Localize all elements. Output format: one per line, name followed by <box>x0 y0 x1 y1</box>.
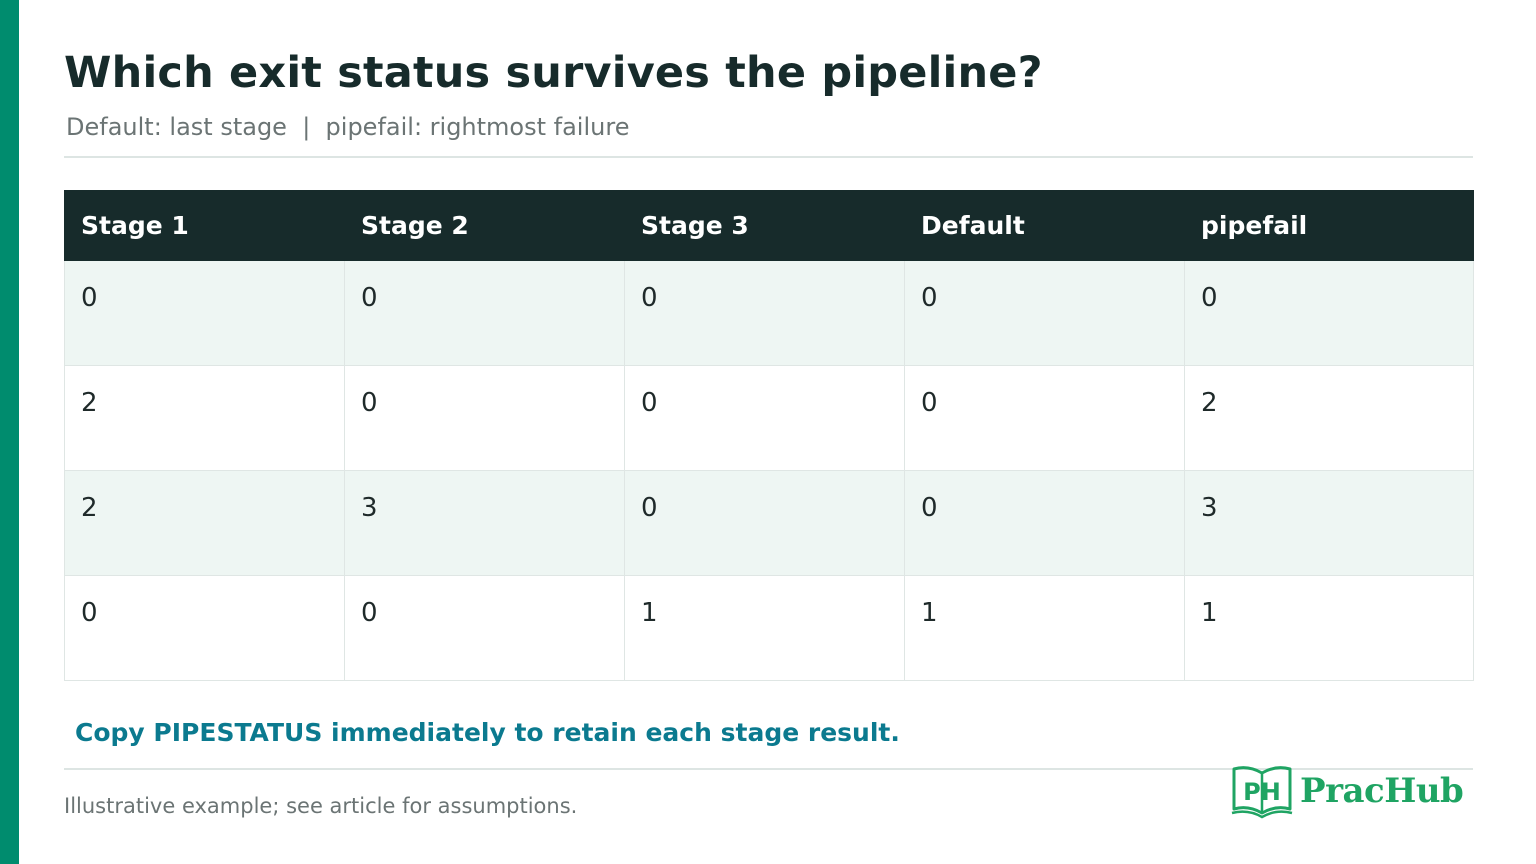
header-stage-2: Stage 2 <box>344 190 625 261</box>
header-stage-3: Stage 3 <box>624 190 905 261</box>
table-cell: 0 <box>64 575 345 681</box>
exit-status-table: Stage 1 Stage 2 Stage 3 Default pipefail… <box>64 190 1474 681</box>
table-cell: 0 <box>624 260 905 366</box>
header-pipefail: pipefail <box>1184 190 1474 261</box>
table-cell: 0 <box>344 260 625 366</box>
prachub-logo: PH PracHub <box>1230 762 1470 820</box>
table-row: 0 0 0 0 0 <box>64 260 1474 366</box>
table-row: 0 0 1 1 1 <box>64 575 1474 681</box>
callout-note: Copy PIPESTATUS immediately to retain ea… <box>75 718 900 747</box>
header-default: Default <box>904 190 1185 261</box>
table-cell: 0 <box>624 365 905 471</box>
table-cell: 0 <box>64 260 345 366</box>
logo-mark-text: PH <box>1243 778 1281 806</box>
logo-name: PracHub <box>1300 771 1464 811</box>
table-cell: 0 <box>344 575 625 681</box>
table-cell: 2 <box>1184 365 1474 471</box>
left-accent-bar <box>0 0 19 864</box>
table-cell: 1 <box>1184 575 1474 681</box>
footnote: Illustrative example; see article for as… <box>64 794 578 818</box>
table-row: 2 0 0 0 2 <box>64 365 1474 471</box>
table-cell: 3 <box>1184 470 1474 576</box>
title-divider <box>64 156 1473 158</box>
page-title: Which exit status survives the pipeline? <box>64 48 1043 98</box>
page-subtitle: Default: last stage | pipefail: rightmos… <box>66 113 630 141</box>
table-row: 2 3 0 0 3 <box>64 470 1474 576</box>
table-cell: 0 <box>904 470 1185 576</box>
table-cell: 0 <box>1184 260 1474 366</box>
table-cell: 2 <box>64 470 345 576</box>
table-cell: 0 <box>624 470 905 576</box>
table-cell: 3 <box>344 470 625 576</box>
table-header-row: Stage 1 Stage 2 Stage 3 Default pipefail <box>64 190 1474 261</box>
table-cell: 2 <box>64 365 345 471</box>
table-cell: 0 <box>904 260 1185 366</box>
table-cell: 0 <box>904 365 1185 471</box>
table-cell: 0 <box>344 365 625 471</box>
table-cell: 1 <box>904 575 1185 681</box>
header-stage-1: Stage 1 <box>64 190 345 261</box>
table-cell: 1 <box>624 575 905 681</box>
open-book-icon: PH <box>1231 766 1293 819</box>
